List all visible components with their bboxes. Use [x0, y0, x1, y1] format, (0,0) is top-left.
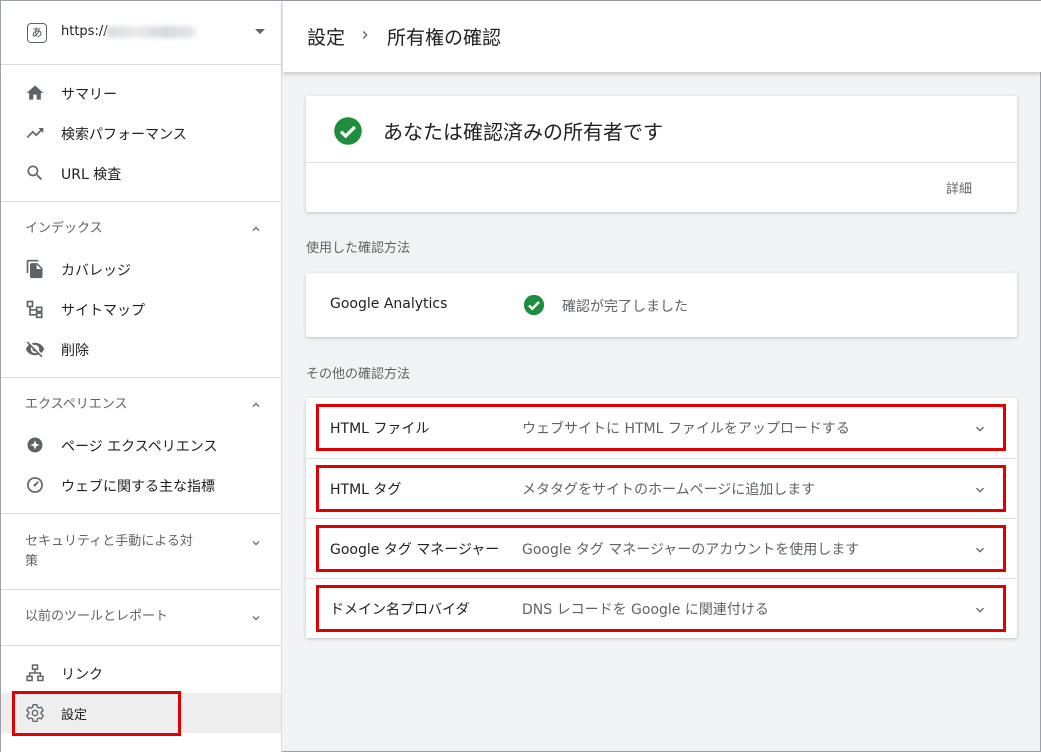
home-icon: [26, 85, 44, 100]
check-circle-icon: [523, 294, 545, 316]
property-favicon-icon: あ: [27, 23, 47, 43]
sidebar-item-label: カバレッジ: [61, 263, 131, 279]
check-circle-icon: [334, 117, 362, 145]
other-methods-heading: その他の確認方法: [306, 367, 411, 382]
details-button[interactable]: 詳細: [946, 178, 972, 197]
section-title: 以前のツールとレポート: [25, 609, 169, 624]
chevron-down-icon[interactable]: [249, 536, 263, 550]
sidebar-section-legacy[interactable]: 以前のツールとレポート: [1, 589, 281, 645]
property-url-redacted: [106, 26, 196, 38]
trending-up-icon: [26, 128, 44, 138]
section-title-line1: セキュリティと手動による対: [25, 534, 193, 549]
other-methods-card: HTML ファイル ウェブサイトに HTML ファイルをアップロードする HTM…: [306, 398, 1017, 638]
sidebar-item-label: ウェブに関する主な指標: [61, 479, 215, 495]
method-row-tag-manager[interactable]: Google タグ マネージャー Google タグ マネージャーのアカウントを…: [306, 518, 1016, 578]
sidebar-item-removals[interactable]: 削除: [1, 329, 281, 369]
chevron-right-icon: [362, 31, 368, 39]
highlight-box: [316, 465, 1006, 512]
used-method-status: 確認が完了しました: [562, 299, 688, 315]
speed-gauge-icon: [27, 477, 43, 493]
highlight-box: [316, 525, 1006, 572]
property-url: https://: [61, 24, 108, 39]
owner-status-title: あなたは確認済みの所有者です: [383, 120, 663, 144]
sitemap-icon: [26, 300, 43, 319]
breadcrumb-current: 所有権の確認: [387, 27, 502, 49]
used-method-name: Google Analytics: [330, 296, 448, 312]
search-icon: [27, 165, 43, 181]
used-method-card: Google Analytics 確認が完了しました: [306, 273, 1017, 337]
page-experience-icon: [27, 437, 43, 453]
sidebar-item-label: 検索パフォーマンス: [61, 127, 187, 143]
method-row-domain-provider[interactable]: ドメイン名プロバイダ DNS レコードを Google に関連付ける: [306, 578, 1016, 638]
sidebar-item-label: URL 検査: [61, 167, 122, 183]
sidebar-item-label: ページ エクスペリエンス: [61, 439, 218, 455]
settings-highlight-box: [12, 691, 181, 736]
sidebar-item-summary[interactable]: サマリー: [1, 73, 281, 113]
dropdown-caret-icon: [255, 29, 265, 34]
sidebar: あ https:// サマリー 検索パフォーマンス URL 検査 インデックス …: [1, 1, 282, 752]
card-divider: [306, 162, 1017, 163]
sidebar-item-page-experience[interactable]: ページ エクスペリエンス: [1, 425, 281, 465]
sidebar-item-core-web-vitals[interactable]: ウェブに関する主な指標: [1, 465, 281, 505]
highlight-box: [316, 404, 1006, 451]
page-header: 設定 所有権の確認: [283, 1, 1041, 72]
section-title[interactable]: インデックス: [25, 219, 103, 239]
highlight-box: [316, 585, 1006, 632]
breadcrumb-root[interactable]: 設定: [307, 23, 345, 50]
method-row-html-tag[interactable]: HTML タグ メタタグをサイトのホームページに追加します: [306, 458, 1016, 518]
sidebar-item-coverage[interactable]: カバレッジ: [1, 249, 281, 289]
section-title-line2: 策: [25, 554, 39, 569]
link-network-icon: [26, 664, 44, 682]
sidebar-item-label: サイトマップ: [61, 303, 145, 319]
sidebar-item-label: サマリー: [61, 87, 117, 103]
chevron-up-icon[interactable]: [249, 222, 263, 236]
file-copy-icon: [26, 259, 43, 279]
section-title[interactable]: エクスペリエンス: [25, 395, 127, 415]
property-selector[interactable]: あ https://: [1, 1, 281, 65]
chevron-down-icon[interactable]: [249, 611, 263, 625]
sidebar-section-security[interactable]: セキュリティと手動による対 策: [1, 513, 281, 589]
sidebar-item-performance[interactable]: 検索パフォーマンス: [1, 113, 281, 153]
owner-status-card: あなたは確認済みの所有者です 詳細: [306, 96, 1017, 212]
method-row-html-file[interactable]: HTML ファイル ウェブサイトに HTML ファイルをアップロードする: [306, 398, 1016, 458]
sidebar-item-sitemaps[interactable]: サイトマップ: [1, 289, 281, 329]
sidebar-item-label: 削除: [61, 343, 89, 359]
used-methods-heading: 使用した確認方法: [306, 241, 411, 256]
sidebar-item-label: リンク: [61, 667, 103, 683]
chevron-up-icon[interactable]: [249, 398, 263, 412]
sidebar-item-url-inspection[interactable]: URL 検査: [1, 153, 281, 193]
visibility-off-icon: [25, 341, 45, 358]
sidebar-item-links[interactable]: リンク: [1, 653, 281, 693]
